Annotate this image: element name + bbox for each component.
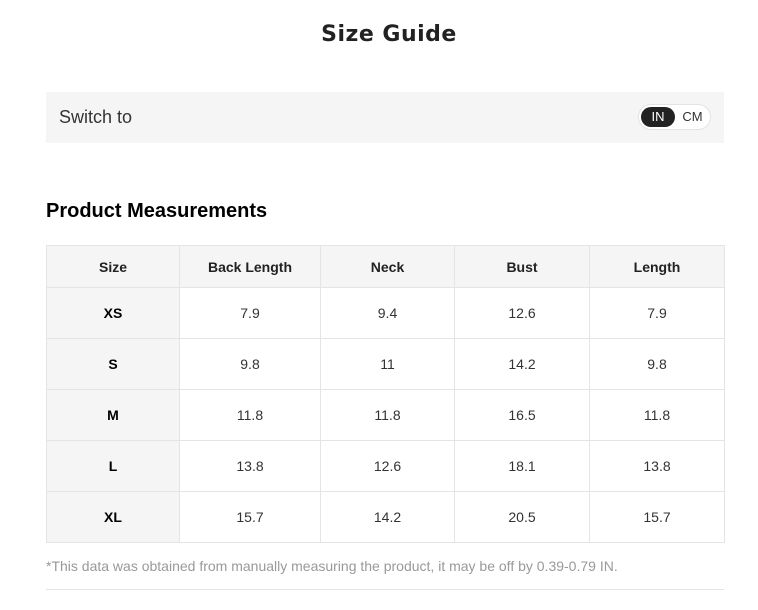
table-header-row: Size Back Length Neck Bust Length — [46, 245, 725, 288]
size-cell: XS — [46, 287, 180, 339]
column-header-size: Size — [46, 245, 180, 288]
table-cell: 16.5 — [454, 389, 590, 441]
table-row: M 11.8 11.8 16.5 11.8 — [46, 389, 725, 441]
table-cell: 7.9 — [179, 287, 321, 339]
column-header-length: Length — [589, 245, 725, 288]
unit-toggle[interactable]: IN CM — [638, 104, 711, 130]
table-row: XL 15.7 14.2 20.5 15.7 — [46, 491, 725, 543]
table-cell: 9.4 — [320, 287, 455, 339]
table-cell: 11.8 — [320, 389, 455, 441]
size-cell: S — [46, 338, 180, 390]
size-cell: L — [46, 440, 180, 492]
column-header-neck: Neck — [320, 245, 455, 288]
table-row: L 13.8 12.6 18.1 13.8 — [46, 440, 725, 492]
table-cell: 9.8 — [179, 338, 321, 390]
table-cell: 11.8 — [179, 389, 321, 441]
column-header-back-length: Back Length — [179, 245, 321, 288]
size-cell: XL — [46, 491, 180, 543]
table-row: XS 7.9 9.4 12.6 7.9 — [46, 287, 725, 339]
table-cell: 18.1 — [454, 440, 590, 492]
table-cell: 7.9 — [589, 287, 725, 339]
table-cell: 11.8 — [589, 389, 725, 441]
table-cell: 15.7 — [179, 491, 321, 543]
table-cell: 14.2 — [320, 491, 455, 543]
table-cell: 11 — [320, 338, 455, 390]
unit-option-in[interactable]: IN — [641, 107, 675, 127]
section-title: Product Measurements — [46, 200, 268, 222]
table-cell: 14.2 — [454, 338, 590, 390]
unit-switch-bar: Switch to IN CM — [46, 92, 724, 143]
table-cell: 13.8 — [589, 440, 725, 492]
table-cell: 13.8 — [179, 440, 321, 492]
size-cell: M — [46, 389, 180, 441]
table-cell: 12.6 — [320, 440, 455, 492]
divider — [46, 589, 724, 590]
table-cell: 12.6 — [454, 287, 590, 339]
table-cell: 15.7 — [589, 491, 725, 543]
column-header-bust: Bust — [454, 245, 590, 288]
table-cell: 9.8 — [589, 338, 725, 390]
measurements-table: Size Back Length Neck Bust Length XS 7.9… — [46, 245, 725, 543]
unit-option-cm[interactable]: CM — [677, 107, 708, 127]
table-cell: 20.5 — [454, 491, 590, 543]
switch-label: Switch to — [59, 107, 133, 127]
page-title: Size Guide — [321, 22, 457, 47]
table-row: S 9.8 11 14.2 9.8 — [46, 338, 725, 390]
measurement-disclaimer: *This data was obtained from manually me… — [46, 558, 618, 574]
